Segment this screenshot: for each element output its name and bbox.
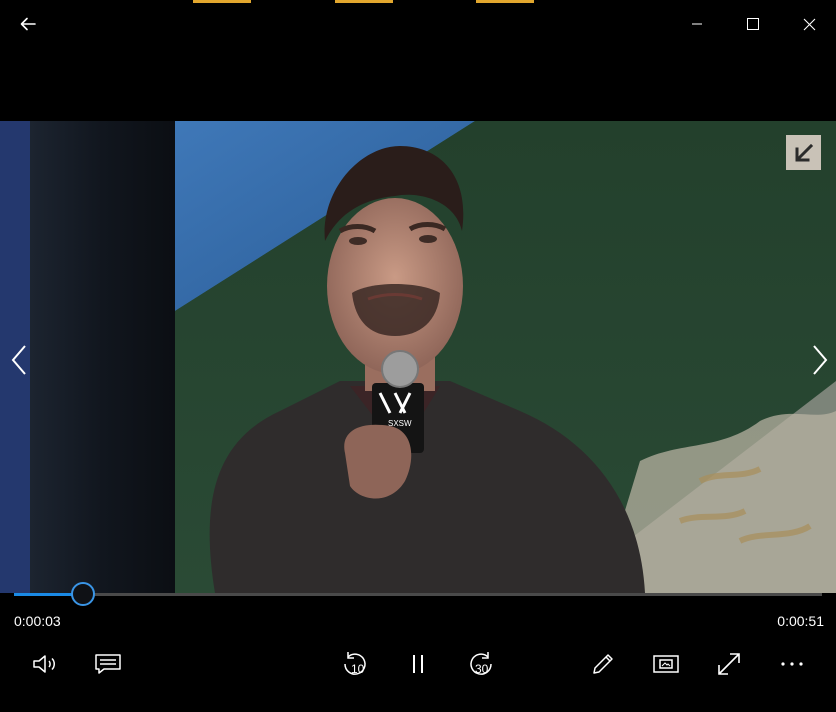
mini-view-button[interactable] xyxy=(646,644,686,684)
total-time: 0:00:51 xyxy=(777,613,824,629)
previous-button[interactable] xyxy=(4,340,34,380)
edit-button[interactable] xyxy=(583,644,623,684)
skip-back-icon: 10 xyxy=(344,652,366,676)
chevron-right-icon xyxy=(813,345,828,375)
close-icon xyxy=(803,18,815,30)
mini-view-icon xyxy=(653,655,679,673)
volume-icon xyxy=(33,655,55,673)
skip-forward-icon: 30 xyxy=(470,652,492,676)
skip-forward-label: 30 xyxy=(475,662,489,676)
skip-back-label: 10 xyxy=(351,662,365,676)
chevron-left-icon xyxy=(11,345,26,375)
pause-icon xyxy=(413,655,423,673)
skip-forward-button[interactable]: 30 xyxy=(461,644,501,684)
skip-back-button[interactable]: 10 xyxy=(335,644,375,684)
pip-badge[interactable] xyxy=(786,135,821,170)
fullscreen-button[interactable] xyxy=(709,644,749,684)
close-button[interactable] xyxy=(781,0,836,48)
title-bar xyxy=(0,0,836,48)
video-still: SXSW xyxy=(0,121,836,593)
play-pause-button[interactable] xyxy=(398,644,438,684)
pencil-icon xyxy=(593,654,613,674)
video-frame[interactable]: SXSW xyxy=(0,121,836,593)
more-icon xyxy=(781,662,803,666)
minimize-icon xyxy=(692,23,702,25)
volume-button[interactable] xyxy=(25,644,65,684)
maximize-button[interactable] xyxy=(725,0,781,48)
back-arrow-icon xyxy=(20,17,36,31)
more-button[interactable] xyxy=(772,644,812,684)
maximize-icon xyxy=(747,18,759,30)
captions-icon xyxy=(95,654,121,674)
captions-button[interactable] xyxy=(88,644,128,684)
seek-bar[interactable] xyxy=(14,582,822,606)
arrow-down-left-icon xyxy=(795,143,813,161)
back-button[interactable] xyxy=(0,0,56,48)
current-time: 0:00:03 xyxy=(14,613,61,629)
seek-bar-thumb[interactable] xyxy=(71,582,95,606)
fullscreen-icon xyxy=(718,653,740,675)
minimize-button[interactable] xyxy=(669,0,725,48)
next-button[interactable] xyxy=(805,340,835,380)
